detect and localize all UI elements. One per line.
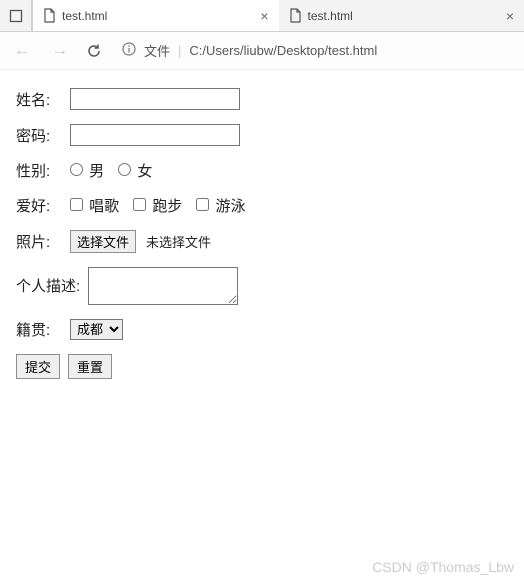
- address-bar[interactable]: 文件 | C:/Users/liubw/Desktop/test.html: [116, 41, 514, 60]
- origin-label: 籍贯:: [16, 319, 62, 340]
- forward-icon[interactable]: →: [48, 42, 72, 60]
- hobby-swim-label: 游泳: [216, 198, 246, 215]
- gender-male-radio[interactable]: [70, 163, 83, 176]
- page-content: 姓名: 密码: 性别: 男 女 爱好: 唱歌 跑步 游泳 照片: 选择文件 未选…: [0, 70, 524, 411]
- toolbar: ← → 文件 | C:/Users/liubw/Desktop/test.htm…: [0, 32, 524, 70]
- password-input[interactable]: [70, 124, 240, 146]
- hobby-sing-checkbox[interactable]: [70, 198, 83, 211]
- desc-textarea[interactable]: [88, 267, 238, 305]
- desc-label: 个人描述:: [16, 267, 80, 296]
- address-separator: |: [178, 43, 181, 58]
- hobby-run-label: 跑步: [152, 198, 182, 215]
- window-tabs-icon[interactable]: [0, 0, 32, 31]
- address-path: C:/Users/liubw/Desktop/test.html: [189, 43, 377, 58]
- password-label: 密码:: [16, 125, 62, 146]
- tab-1[interactable]: test.html ×: [33, 0, 279, 31]
- protocol-label: 文件: [144, 41, 170, 60]
- hobby-sing-label: 唱歌: [89, 198, 119, 215]
- close-icon[interactable]: ×: [260, 8, 268, 24]
- gender-label: 性别:: [16, 160, 62, 181]
- reload-icon[interactable]: [86, 43, 102, 59]
- gender-female-radio[interactable]: [118, 163, 131, 176]
- hobby-label: 爱好:: [16, 195, 62, 216]
- hobby-run-checkbox[interactable]: [133, 198, 146, 211]
- name-label: 姓名:: [16, 89, 62, 110]
- tab-2-title: test.html: [308, 9, 353, 23]
- origin-select[interactable]: 成都: [70, 319, 123, 340]
- page-icon: [43, 8, 56, 23]
- choose-file-button[interactable]: 选择文件: [70, 230, 136, 253]
- photo-label: 照片:: [16, 231, 62, 252]
- info-icon: [122, 42, 136, 59]
- back-icon[interactable]: ←: [10, 42, 34, 60]
- reset-button[interactable]: 重置: [68, 354, 112, 379]
- submit-button[interactable]: 提交: [16, 354, 60, 379]
- tab-1-title: test.html: [62, 9, 107, 23]
- file-status: 未选择文件: [146, 232, 211, 251]
- name-input[interactable]: [70, 88, 240, 110]
- tab-2[interactable]: test.html ×: [279, 0, 524, 31]
- gender-male-label: 男: [89, 163, 104, 180]
- hobby-swim-checkbox[interactable]: [196, 198, 209, 211]
- page-icon: [289, 8, 302, 23]
- tab-bar: test.html × test.html ×: [0, 0, 524, 32]
- watermark: CSDN @Thomas_Lbw: [372, 559, 514, 575]
- gender-female-label: 女: [137, 163, 152, 180]
- close-icon[interactable]: ×: [506, 8, 514, 24]
